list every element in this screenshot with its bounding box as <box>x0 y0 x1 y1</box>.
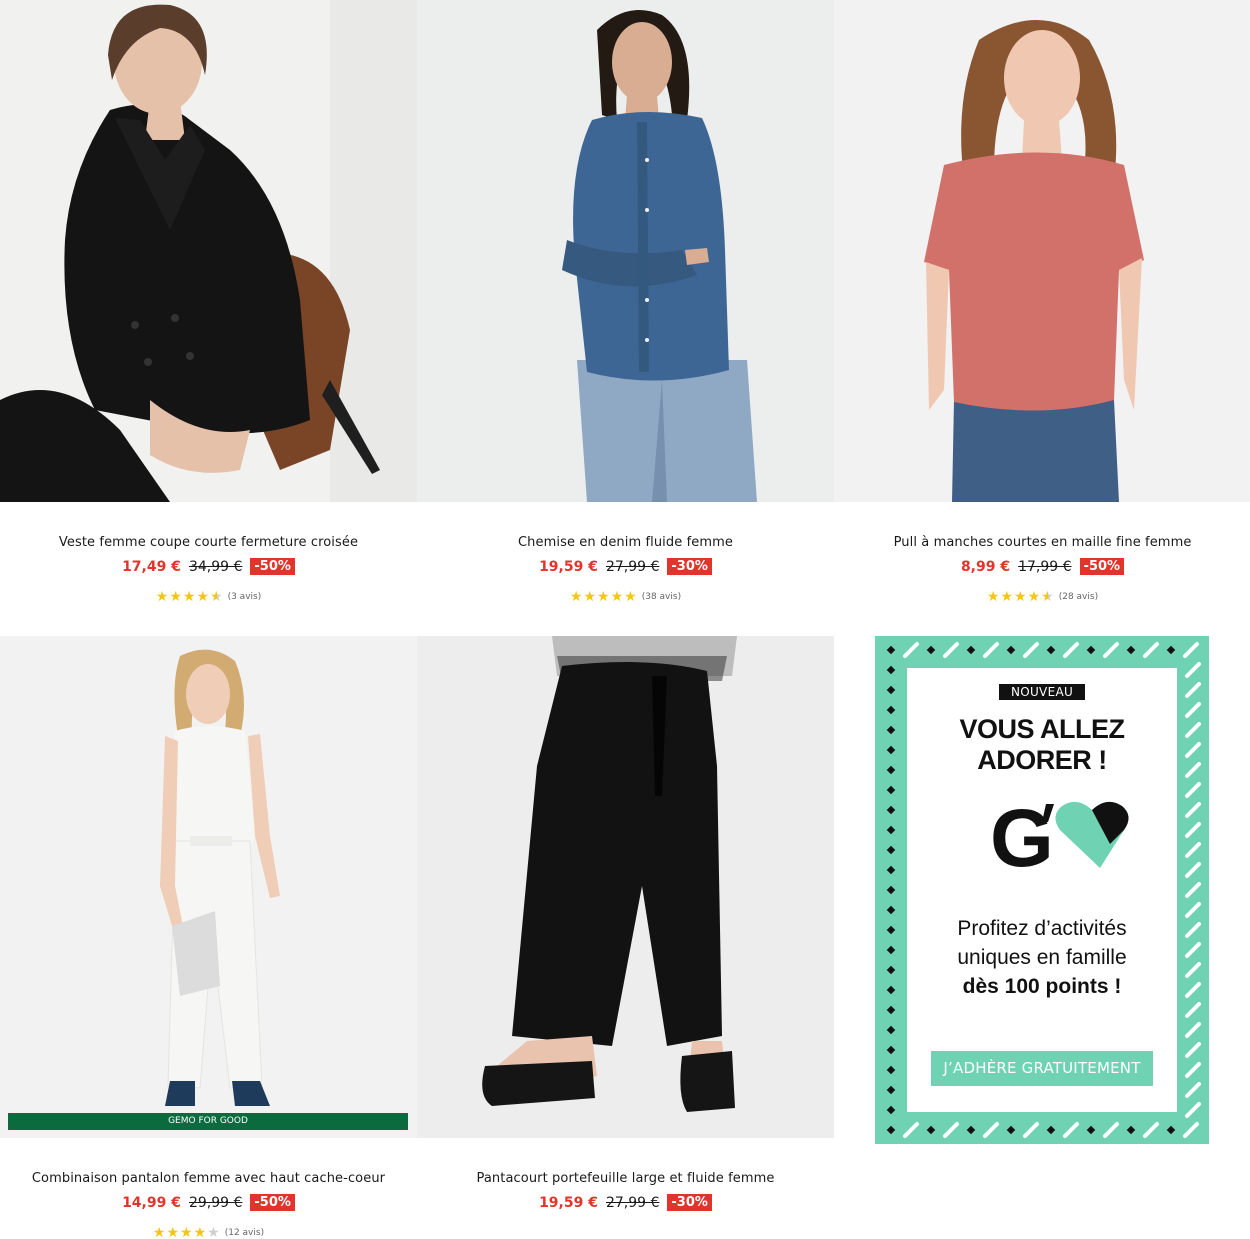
star-icon: ★ <box>207 1225 220 1239</box>
promo-card: NOUVEAU VOUS ALLEZ ADORER ! G Profitez d… <box>907 668 1177 1112</box>
promo-text: Profitez d’activités uniques en famille … <box>907 914 1177 1001</box>
discount-badge: -50% <box>1079 558 1125 575</box>
current-price: 19,59 € <box>539 558 598 575</box>
current-price: 14,99 € <box>122 1194 181 1211</box>
star-icon: ★ <box>1000 589 1014 605</box>
star-icon: ★ <box>155 589 169 605</box>
review-count: (28 avis) <box>1058 592 1099 602</box>
product-rating[interactable]: ★ ★ ★ ★ ★ (12 avis) <box>0 1226 417 1239</box>
old-price: 34,99 € <box>188 558 243 575</box>
new-tag: NOUVEAU <box>998 684 1086 700</box>
product-photo <box>417 0 834 502</box>
star-icon: ★ <box>196 589 210 605</box>
star-icon: ★ <box>166 1225 180 1239</box>
promo-text-line: uniques en famille <box>957 946 1127 969</box>
old-price: 27,99 € <box>605 558 660 575</box>
product-name[interactable]: Pull à manches courtes en maille fine fe… <box>834 535 1250 550</box>
product-image[interactable] <box>417 636 834 1138</box>
product-image[interactable]: GEMO FOR GOOD <box>0 636 417 1138</box>
review-count: (38 avis) <box>641 592 682 602</box>
star-icon: ★ <box>597 589 610 605</box>
current-price: 19,59 € <box>539 1194 598 1211</box>
product-image[interactable] <box>0 0 417 502</box>
product-rating[interactable]: ★ ★ ★ ★ ★ (28 avis) <box>834 590 1250 604</box>
product-card[interactable]: Chemise en denim fluide femme 19,59 € 27… <box>417 0 834 604</box>
promo-text-line: Profitez d’activités <box>957 917 1127 940</box>
product-card[interactable]: Pantacourt portefeuille large et fluide … <box>417 636 834 1213</box>
star-icon: ★ <box>193 1225 207 1239</box>
product-rating[interactable]: ★ ★ ★ ★ ★ (3 avis) <box>0 590 417 604</box>
star-icon: ★ <box>986 589 1000 605</box>
product-card[interactable]: Veste femme coupe courte fermeture crois… <box>0 0 417 604</box>
product-photo <box>0 636 417 1138</box>
review-count: (3 avis) <box>227 592 262 602</box>
product-photo <box>834 0 1250 502</box>
old-price: 29,99 € <box>188 1194 243 1211</box>
old-price: 17,99 € <box>1018 558 1072 575</box>
gemo-for-good-badge: GEMO FOR GOOD <box>8 1113 408 1130</box>
star-icon: ★ <box>569 589 583 605</box>
product-name[interactable]: Chemise en denim fluide femme <box>417 535 834 550</box>
discount-badge: -50% <box>250 558 295 575</box>
product-name[interactable]: Pantacourt portefeuille large et fluide … <box>417 1171 834 1186</box>
rating-stars: ★ ★ ★ ★ ★ <box>987 590 1054 604</box>
old-price: 27,99 € <box>605 1194 660 1211</box>
star-icon: ★ <box>210 589 223 605</box>
discount-badge: -30% <box>667 1194 712 1211</box>
product-rating[interactable]: ★ ★ ★ ★ ★ (38 avis) <box>417 590 834 604</box>
star-icon: ★ <box>182 589 196 605</box>
star-icon: ★ <box>169 589 182 605</box>
product-card[interactable]: GEMO FOR GOOD Combinaison pantalon femme… <box>0 636 417 1239</box>
rating-stars: ★ ★ ★ ★ ★ <box>156 590 223 604</box>
star-icon: ★ <box>624 589 637 605</box>
product-name[interactable]: Combinaison pantalon femme avec haut cac… <box>0 1171 417 1186</box>
promo-title-line: ADORER ! <box>977 745 1107 775</box>
promo-title-line: VOUS ALLEZ <box>959 714 1125 744</box>
logo-letter: G <box>990 796 1054 876</box>
star-icon: ★ <box>610 589 624 605</box>
promo-title: VOUS ALLEZ ADORER ! <box>907 714 1177 776</box>
product-image[interactable] <box>834 0 1250 502</box>
product-card[interactable]: Pull à manches courtes en maille fine fe… <box>834 0 1250 604</box>
discount-badge: -30% <box>667 558 712 575</box>
current-price: 17,49 € <box>122 558 181 575</box>
rating-stars: ★ ★ ★ ★ ★ <box>153 1226 220 1239</box>
current-price: 8,99 € <box>960 558 1011 575</box>
product-photo <box>0 0 417 502</box>
product-name[interactable]: Veste femme coupe courte fermeture crois… <box>0 535 417 550</box>
review-count: (12 avis) <box>224 1228 265 1238</box>
discount-badge: -50% <box>250 1194 295 1211</box>
star-icon: ★ <box>152 1225 166 1239</box>
star-icon: ★ <box>1014 589 1027 605</box>
promo-text-emphasis: dès 100 points ! <box>962 975 1122 998</box>
loyalty-promo-banner[interactable]: NOUVEAU VOUS ALLEZ ADORER ! G Profitez d… <box>875 636 1209 1144</box>
star-icon: ★ <box>1027 589 1041 605</box>
join-free-button[interactable]: J’ADHÈRE GRATUITEMENT <box>931 1051 1153 1086</box>
product-image[interactable] <box>417 0 834 502</box>
g-heart-logo-icon: G <box>907 793 1177 884</box>
star-icon: ★ <box>1041 589 1054 605</box>
rating-stars: ★ ★ ★ ★ ★ <box>570 590 637 604</box>
star-icon: ★ <box>583 589 597 605</box>
product-photo <box>417 636 834 1138</box>
star-icon: ★ <box>180 1225 193 1239</box>
